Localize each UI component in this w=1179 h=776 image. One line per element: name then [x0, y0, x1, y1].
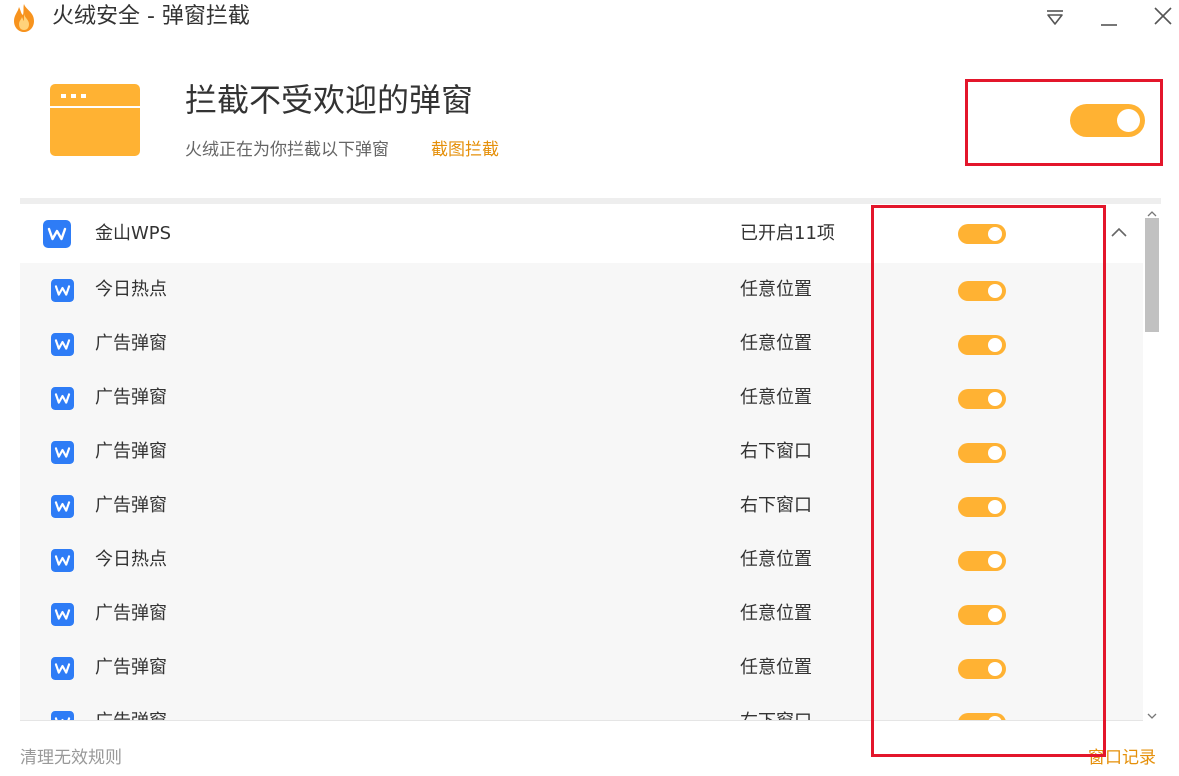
rule-list: 金山WPS 已开启11项 今日热点 任意位置 广告弹窗 任意位置 广告弹窗 任意…: [20, 204, 1143, 720]
minimize-icon[interactable]: [1096, 4, 1122, 30]
rule-row: 广告弹窗 任意位置: [20, 317, 1143, 371]
clean-invalid-rules-link[interactable]: 清理无效规则: [20, 746, 122, 770]
group-status: 已开启11项: [740, 223, 835, 244]
rule-position: 右下窗口: [740, 495, 812, 516]
rule-position: 任意位置: [740, 549, 812, 570]
rule-toggle[interactable]: [958, 551, 1006, 571]
rule-row: 今日热点 任意位置: [20, 533, 1143, 587]
rule-toggle[interactable]: [958, 497, 1006, 517]
rule-row: 广告弹窗 任意位置: [20, 587, 1143, 641]
rule-toggle[interactable]: [958, 443, 1006, 463]
scroll-up-arrow-icon[interactable]: [1147, 204, 1157, 217]
rule-position: 任意位置: [740, 333, 812, 354]
toggle-knob: [988, 554, 1002, 568]
wps-icon: [51, 603, 74, 626]
rule-toggle[interactable]: [958, 281, 1006, 301]
toggle-knob: [988, 500, 1002, 514]
rule-name: 广告弹窗: [95, 657, 167, 678]
footer-divider: [20, 720, 1143, 721]
master-block-toggle[interactable]: [1070, 104, 1145, 137]
page-subtitle: 火绒正在为你拦截以下弹窗: [185, 140, 389, 160]
toggle-knob: [988, 446, 1002, 460]
rule-toggle[interactable]: [958, 713, 1006, 720]
huorong-flame-icon: [8, 2, 40, 34]
rule-name: 广告弹窗: [95, 441, 167, 462]
rule-name: 广告弹窗: [95, 603, 167, 624]
wps-icon: [51, 333, 74, 356]
wps-icon: [51, 495, 74, 518]
rule-position: 右下窗口: [740, 710, 812, 720]
wps-icon: [51, 441, 74, 464]
rule-row: 广告弹窗 右下窗口: [20, 425, 1143, 479]
rule-name: 广告弹窗: [95, 387, 167, 408]
group-row-wps[interactable]: 金山WPS 已开启11项: [20, 204, 1143, 263]
wps-icon: [43, 220, 71, 248]
rule-position: 任意位置: [740, 387, 812, 408]
menu-triangle-icon[interactable]: [1042, 4, 1068, 30]
screenshot-block-link[interactable]: 截图拦截: [431, 138, 499, 162]
close-icon[interactable]: [1150, 4, 1176, 30]
wps-icon: [51, 549, 74, 572]
rule-name: 今日热点: [95, 549, 167, 570]
wps-icon: [51, 387, 74, 410]
chevron-up-icon[interactable]: [1108, 222, 1130, 244]
rule-row: 广告弹窗 右下窗口: [20, 479, 1143, 533]
list-scrollbar[interactable]: [1143, 204, 1161, 720]
group-toggle[interactable]: [958, 224, 1006, 244]
rule-name: 广告弹窗: [95, 495, 167, 516]
window-title: 火绒安全 - 弹窗拦截: [52, 4, 250, 29]
rule-row: 今日热点 任意位置: [20, 263, 1143, 317]
rule-toggle[interactable]: [958, 389, 1006, 409]
rule-toggle[interactable]: [958, 605, 1006, 625]
rule-name: 广告弹窗: [95, 333, 167, 354]
toggle-knob: [988, 227, 1002, 241]
rule-row: 广告弹窗 任意位置: [20, 641, 1143, 695]
group-name: 金山WPS: [95, 223, 172, 244]
toggle-knob: [988, 392, 1002, 406]
toggle-knob: [988, 284, 1002, 298]
rule-position: 右下窗口: [740, 441, 812, 462]
toggle-knob: [1117, 109, 1140, 132]
rule-position: 任意位置: [740, 603, 812, 624]
wps-icon: [51, 657, 74, 680]
toggle-knob: [988, 608, 1002, 622]
window-log-link[interactable]: 窗口记录: [1088, 746, 1156, 770]
scroll-down-arrow-icon[interactable]: [1147, 706, 1157, 719]
rule-position: 任意位置: [740, 279, 812, 300]
toggle-knob: [988, 662, 1002, 676]
rule-name: 今日热点: [95, 279, 167, 300]
rule-toggle[interactable]: [958, 335, 1006, 355]
wps-icon: [51, 711, 74, 720]
title-bar: 火绒安全 - 弹窗拦截: [0, 0, 1179, 36]
rule-row: 广告弹窗 任意位置: [20, 371, 1143, 425]
page-title: 拦截不受欢迎的弹窗: [185, 81, 474, 119]
scrollbar-thumb[interactable]: [1145, 218, 1159, 332]
rule-position: 任意位置: [740, 657, 812, 678]
popup-window-icon: [50, 84, 140, 156]
toggle-knob: [988, 338, 1002, 352]
wps-icon: [51, 279, 74, 302]
rule-toggle[interactable]: [958, 659, 1006, 679]
rule-row: 广告弹窗 右下窗口: [20, 695, 1143, 720]
rule-name: 广告弹窗: [95, 710, 167, 720]
